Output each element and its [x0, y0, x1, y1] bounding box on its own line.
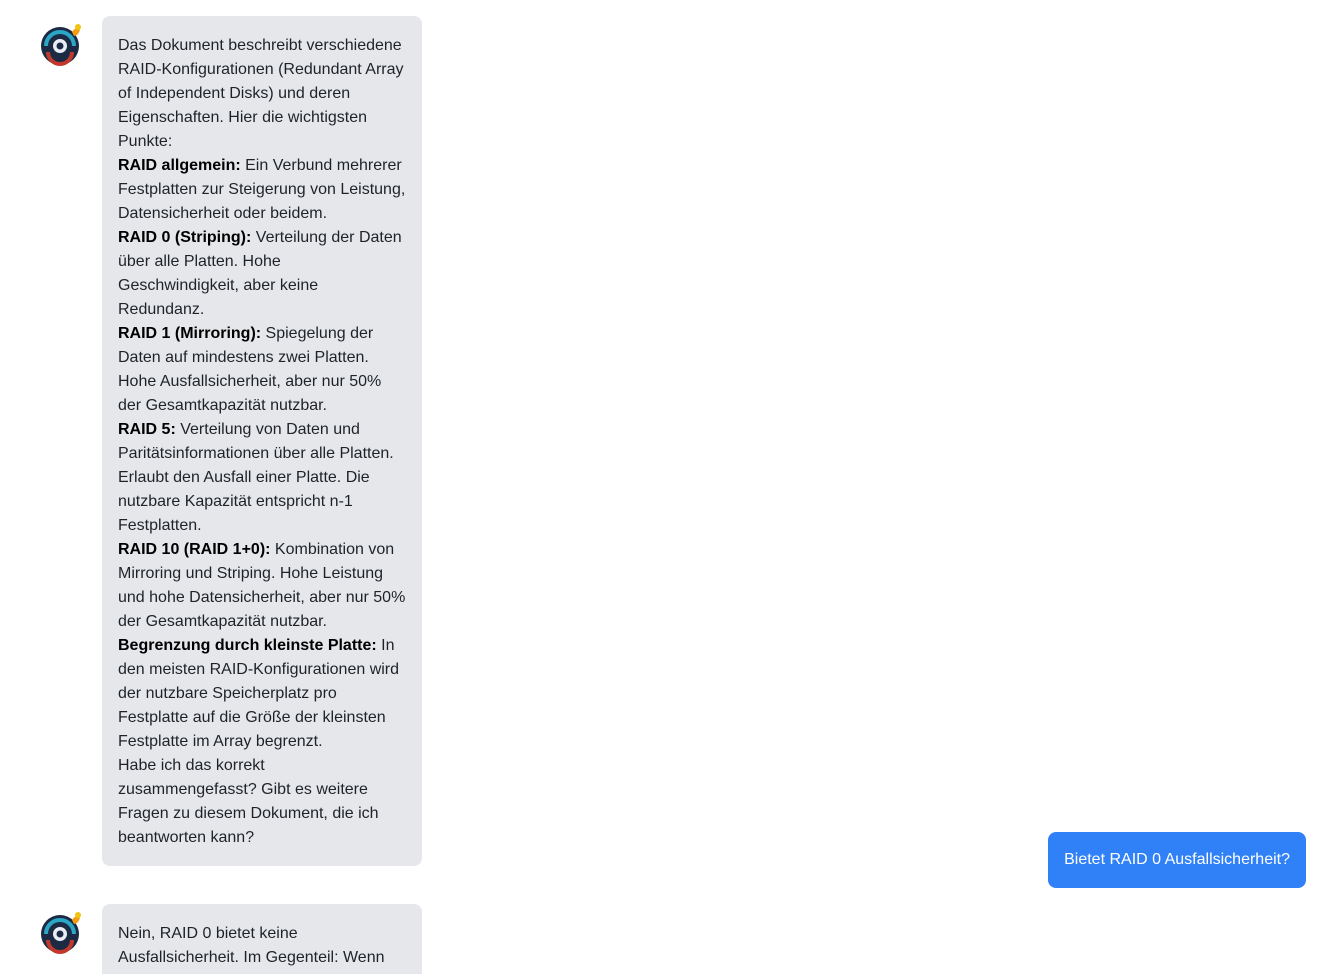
list-item: RAID 0 (Striping): Verteilung der Daten … — [118, 226, 406, 322]
user-message: Bietet RAID 0 Ausfallsicherheit? — [1048, 832, 1306, 888]
message-outro: Habe ich das korrekt zusammengefasst? Gi… — [118, 757, 379, 846]
message-intro: Das Dokument beschreibt verschiedene RAI… — [118, 37, 404, 150]
point-label: RAID allgemein: — [118, 157, 241, 174]
list-item: RAID 10 (RAID 1+0): Kombination von Mirr… — [118, 538, 406, 634]
list-item: RAID 5: Verteilung von Daten und Parität… — [118, 418, 406, 538]
point-label: RAID 10 (RAID 1+0): — [118, 541, 271, 558]
bot-avatar-icon — [38, 20, 86, 68]
message-text: Nein, RAID 0 bietet keine Ausfallsicherh… — [118, 925, 385, 966]
bot-avatar-icon — [38, 908, 86, 956]
assistant-message: Nein, RAID 0 bietet keine Ausfallsicherh… — [102, 904, 422, 974]
assistant-message: Das Dokument beschreibt verschiedene RAI… — [102, 16, 422, 866]
point-label: RAID 1 (Mirroring): — [118, 325, 262, 342]
point-label: RAID 0 (Striping): — [118, 229, 252, 246]
chat-thread: Das Dokument beschreibt verschiedene RAI… — [0, 0, 1335, 974]
list-item: RAID 1 (Mirroring): Spiegelung der Daten… — [118, 322, 406, 418]
list-item: RAID allgemein: Ein Verbund mehrerer Fes… — [118, 154, 406, 226]
point-label: Begrenzung durch kleinste Platte: — [118, 637, 377, 654]
point-label: RAID 5: — [118, 421, 176, 438]
list-item: Begrenzung durch kleinste Platte: In den… — [118, 634, 406, 754]
